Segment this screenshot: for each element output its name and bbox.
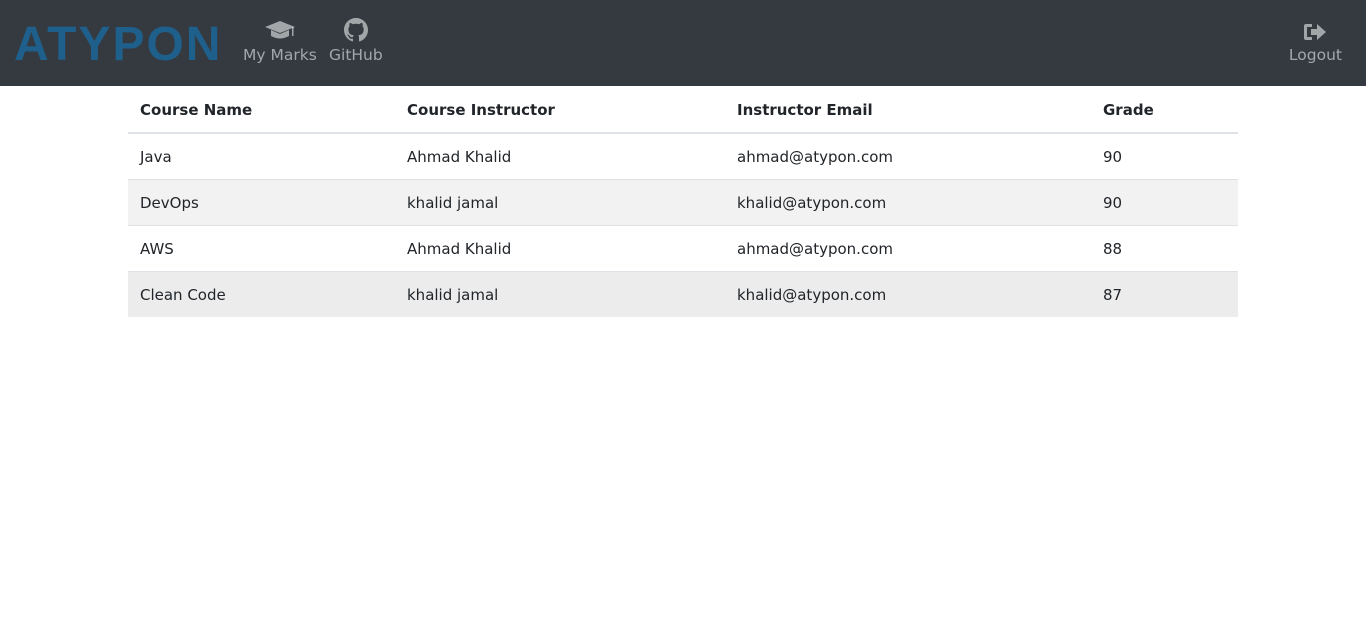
course-name-cell: DevOps: [128, 179, 395, 226]
header-grade: Grade: [1091, 87, 1238, 134]
marks-table: Course Name Course Instructor Instructor…: [128, 87, 1238, 317]
svg-text:ATYPON: ATYPON: [14, 18, 222, 66]
table-header-row: Course Name Course Instructor Instructor…: [128, 87, 1238, 134]
grade-cell: 90: [1091, 133, 1238, 180]
marks-table-container: Course Name Course Instructor Instructor…: [128, 87, 1238, 317]
grade-cell: 87: [1091, 271, 1238, 317]
sign-out-icon: [1303, 16, 1327, 42]
logout-label: Logout: [1288, 46, 1342, 64]
my-marks-label: My Marks: [243, 46, 317, 64]
navbar: ATYPON My Marks GitHub Logout: [0, 0, 1366, 86]
atypon-logo[interactable]: ATYPON: [14, 16, 240, 66]
table-row: Clean Code khalid jamal khalid@atypon.co…: [128, 271, 1238, 317]
email-cell: ahmad@atypon.com: [725, 225, 1091, 272]
course-name-cell: Clean Code: [128, 271, 395, 317]
github-icon: [343, 16, 368, 42]
header-instructor-email: Instructor Email: [725, 87, 1091, 134]
logout-link[interactable]: Logout: [1289, 16, 1342, 64]
table-row: DevOps khalid jamal khalid@atypon.com 90: [128, 179, 1238, 226]
table-row: AWS Ahmad Khalid ahmad@atypon.com 88: [128, 225, 1238, 272]
email-cell: khalid@atypon.com: [725, 271, 1091, 317]
email-cell: khalid@atypon.com: [725, 179, 1091, 226]
header-course-instructor: Course Instructor: [395, 87, 725, 134]
table-row: Java Ahmad Khalid ahmad@atypon.com 90: [128, 133, 1238, 180]
instructor-cell: khalid jamal: [395, 179, 725, 226]
github-label: GitHub: [329, 46, 383, 64]
instructor-cell: Ahmad Khalid: [395, 225, 725, 272]
instructor-cell: Ahmad Khalid: [395, 133, 725, 180]
grade-cell: 88: [1091, 225, 1238, 272]
header-course-name: Course Name: [128, 87, 395, 134]
my-marks-link[interactable]: My Marks: [243, 16, 317, 64]
graduation-cap-icon: [264, 16, 296, 42]
github-link[interactable]: GitHub: [329, 16, 383, 64]
email-cell: ahmad@atypon.com: [725, 133, 1091, 180]
course-name-cell: AWS: [128, 225, 395, 272]
grade-cell: 90: [1091, 179, 1238, 226]
instructor-cell: khalid jamal: [395, 271, 725, 317]
course-name-cell: Java: [128, 133, 395, 180]
